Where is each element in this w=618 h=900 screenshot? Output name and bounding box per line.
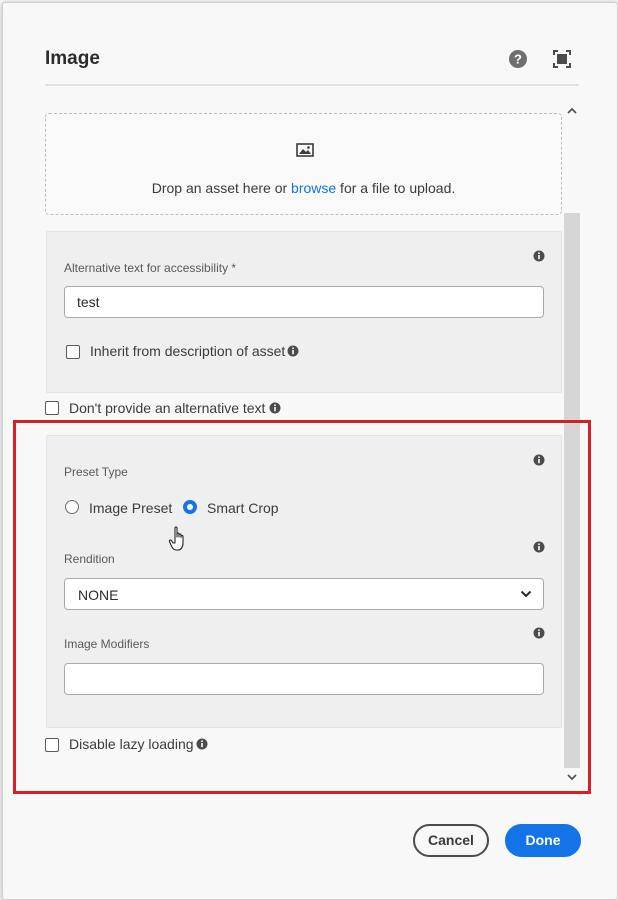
info-icon[interactable] [533, 250, 545, 262]
disable-lazy-loading-checkbox[interactable] [45, 738, 59, 752]
info-icon[interactable] [533, 454, 545, 466]
image-preset-radio[interactable] [65, 500, 79, 514]
alt-text-panel: Alternative text for accessibility * tes… [46, 231, 562, 393]
info-icon[interactable] [269, 402, 281, 414]
preset-type-label: Preset Type [64, 465, 128, 479]
dropzone-text: Drop an asset here or browse for a file … [151, 180, 456, 196]
image-preset-label: Image Preset [89, 500, 173, 516]
info-icon[interactable] [287, 345, 299, 357]
fullscreen-icon[interactable] [552, 49, 572, 69]
smart-crop-label: Smart Crop [207, 500, 279, 516]
asset-dropzone[interactable]: Drop an asset here or browse for a file … [45, 113, 562, 215]
scroll-down-icon[interactable] [564, 770, 580, 784]
header-divider [45, 84, 579, 86]
no-alt-text-checkbox[interactable] [45, 401, 59, 415]
disable-lazy-loading-label: Disable lazy loading [69, 736, 194, 752]
svg-text:?: ? [514, 52, 522, 67]
image-dialog: Image ? Drop an asset here or browse for… [2, 2, 618, 900]
rendition-label: Rendition [64, 552, 115, 566]
no-alt-text-label: Don't provide an alternative text [69, 400, 266, 416]
rendition-select[interactable]: NONE [64, 578, 544, 610]
smart-crop-radio[interactable] [183, 500, 197, 514]
scrollbar-track[interactable] [564, 213, 580, 768]
alt-text-label: Alternative text for accessibility * [64, 261, 237, 275]
info-icon[interactable] [533, 627, 545, 639]
cancel-button[interactable]: Cancel [413, 824, 489, 857]
hand-cursor-icon [168, 526, 184, 551]
done-button[interactable]: Done [505, 824, 581, 857]
chevron-down-icon [520, 590, 532, 598]
info-icon[interactable] [533, 541, 545, 553]
inherit-description-checkbox[interactable] [66, 345, 80, 359]
info-icon[interactable] [196, 738, 208, 750]
image-modifiers-label: Image Modifiers [64, 637, 150, 651]
dialog-title: Image [45, 48, 100, 69]
scroll-up-icon[interactable] [564, 104, 580, 118]
inherit-description-label: Inherit from description of asset [90, 343, 286, 359]
help-icon[interactable]: ? [508, 49, 528, 69]
alt-text-input[interactable]: test [64, 286, 544, 318]
browse-link[interactable]: browse [291, 180, 336, 196]
image-modifiers-input[interactable] [64, 663, 544, 695]
image-icon [296, 143, 314, 157]
rendition-value: NONE [78, 587, 119, 603]
